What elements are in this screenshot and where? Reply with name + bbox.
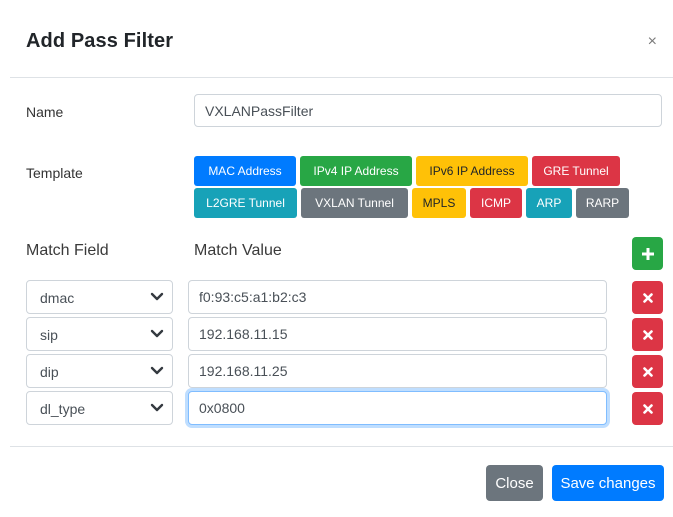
times-icon (642, 329, 653, 340)
template-l2gre-tunnel-button[interactable]: L2GRE Tunnel (194, 188, 297, 218)
match-field-select[interactable]: sip (26, 317, 173, 351)
times-icon (642, 403, 653, 414)
template-ipv4-button[interactable]: IPv4 IP Address (300, 156, 412, 186)
match-value-header: Match Value (194, 242, 282, 259)
match-field-value: dip (40, 364, 59, 380)
remove-row-button[interactable] (632, 355, 663, 388)
template-ipv6-button[interactable]: IPv6 IP Address (416, 156, 528, 186)
match-field-select[interactable]: dmac (26, 280, 173, 314)
template-vxlan-tunnel-button[interactable]: VXLAN Tunnel (301, 188, 408, 218)
times-icon (642, 366, 653, 377)
template-mac-address-button[interactable]: MAC Address (194, 156, 296, 186)
times-icon (642, 292, 653, 303)
match-value-input[interactable] (188, 280, 607, 314)
modal-title: Add Pass Filter (26, 30, 174, 52)
match-field-select[interactable]: dip (26, 354, 173, 388)
remove-row-button[interactable] (632, 392, 663, 425)
match-field-select[interactable]: dl_type (26, 391, 173, 425)
match-field-value: sip (40, 327, 58, 343)
template-rarp-button[interactable]: RARP (576, 188, 629, 218)
template-icmp-button[interactable]: ICMP (470, 188, 522, 218)
match-value-input[interactable] (188, 391, 607, 425)
add-row-button[interactable] (632, 237, 663, 270)
save-changes-button[interactable]: Save changes (552, 465, 664, 501)
match-field-header: Match Field (26, 242, 109, 259)
add-pass-filter-modal: Add Pass Filter × Name Template MAC Addr… (0, 0, 673, 517)
match-field-value: dmac (40, 290, 75, 306)
plus-icon (641, 247, 654, 260)
match-value-input[interactable] (188, 317, 607, 351)
template-label: Template (26, 165, 83, 181)
chevron-down-icon (150, 366, 164, 375)
name-input[interactable] (194, 94, 662, 127)
close-button[interactable]: Close (486, 465, 543, 501)
template-mpls-button[interactable]: MPLS (412, 188, 466, 218)
chevron-down-icon (150, 292, 164, 301)
remove-row-button[interactable] (632, 281, 663, 314)
modal-header: Add Pass Filter × (10, 0, 673, 78)
chevron-down-icon (150, 329, 164, 338)
match-field-value: dl_type (40, 401, 86, 417)
close-icon[interactable]: × (648, 34, 657, 50)
name-label: Name (26, 104, 64, 120)
modal-footer-divider (10, 446, 673, 447)
template-gre-tunnel-button[interactable]: GRE Tunnel (532, 156, 620, 186)
template-arp-button[interactable]: ARP (526, 188, 572, 218)
remove-row-button[interactable] (632, 318, 663, 351)
match-value-input[interactable] (188, 354, 607, 388)
chevron-down-icon (150, 403, 164, 412)
